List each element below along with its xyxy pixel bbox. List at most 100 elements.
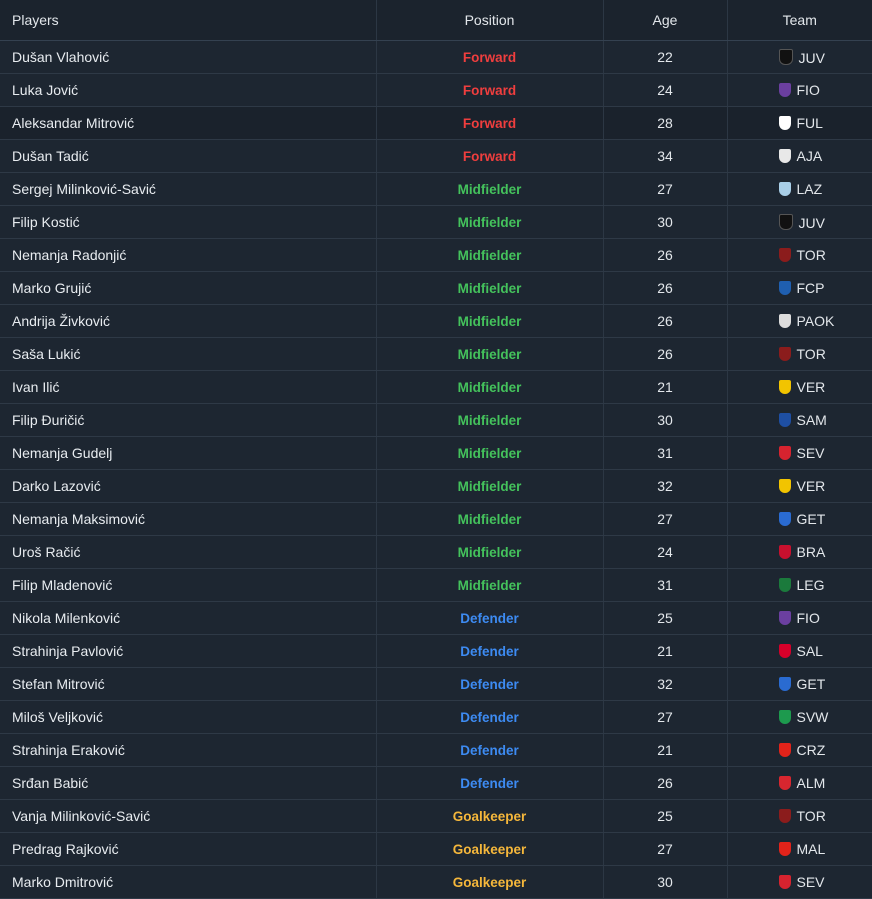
team-code: JUV	[798, 49, 825, 66]
table-row[interactable]: Filip Mladenović Midfielder 31 LEG	[0, 568, 872, 602]
table-row[interactable]: Strahinja Pavlović Defender 21 SAL	[0, 634, 872, 668]
table-row[interactable]: Filip Đuričić Midfielder 30 SAM	[0, 403, 872, 437]
player-name[interactable]: Nemanja Maksimović	[0, 502, 377, 536]
column-header-team[interactable]: Team	[727, 0, 872, 41]
player-team[interactable]: VER	[727, 469, 872, 503]
player-team[interactable]: CRZ	[727, 733, 872, 767]
player-team[interactable]: TOR	[727, 337, 872, 371]
player-name[interactable]: Luka Jović	[0, 73, 377, 107]
table-row[interactable]: Marko Grujić Midfielder 26 FCP	[0, 271, 872, 305]
player-name[interactable]: Andrija Živković	[0, 304, 377, 338]
player-name[interactable]: Nemanja Gudelj	[0, 436, 377, 470]
player-team[interactable]: SAM	[727, 403, 872, 437]
table-row[interactable]: Ivan Ilić Midfielder 21 VER	[0, 370, 872, 404]
column-header-age[interactable]: Age	[603, 0, 728, 41]
player-name[interactable]: Uroš Račić	[0, 535, 377, 569]
player-team[interactable]: FIO	[727, 73, 872, 107]
player-team[interactable]: LEG	[727, 568, 872, 602]
player-team[interactable]: GET	[727, 502, 872, 536]
player-name[interactable]: Saša Lukić	[0, 337, 377, 371]
player-team[interactable]: SEV	[727, 436, 872, 470]
player-name[interactable]: Marko Grujić	[0, 271, 377, 305]
player-team[interactable]: TOR	[727, 238, 872, 272]
player-name[interactable]: Nikola Milenković	[0, 601, 377, 635]
player-name[interactable]: Strahinja Eraković	[0, 733, 377, 767]
team-code: FCP	[796, 280, 825, 296]
player-name[interactable]: Filip Kostić	[0, 205, 377, 239]
player-team[interactable]: FIO	[727, 601, 872, 635]
table-row[interactable]: Vanja Milinković-Savić Goalkeeper 25 TOR	[0, 799, 872, 833]
table-row[interactable]: Strahinja Eraković Defender 21 CRZ	[0, 733, 872, 767]
player-name[interactable]: Srđan Babić	[0, 766, 377, 800]
player-name[interactable]: Vanja Milinković-Savić	[0, 799, 377, 833]
table-row[interactable]: Nikola Milenković Defender 25 FIO	[0, 601, 872, 635]
table-row[interactable]: Sergej Milinković-Savić Midfielder 27 LAZ	[0, 172, 872, 206]
player-team[interactable]: MAL	[727, 832, 872, 866]
table-row[interactable]: Darko Lazović Midfielder 32 VER	[0, 469, 872, 503]
table-row[interactable]: Saša Lukić Midfielder 26 TOR	[0, 337, 872, 371]
player-team[interactable]: SVW	[727, 700, 872, 734]
table-row[interactable]: Dušan Vlahović Forward 22 JUV	[0, 40, 872, 74]
player-team[interactable]: PAOK	[727, 304, 872, 338]
player-age: 32	[603, 667, 728, 701]
column-header-position[interactable]: Position	[376, 0, 604, 41]
player-team[interactable]: FUL	[727, 106, 872, 140]
lazio-crest-icon	[778, 182, 791, 196]
player-team[interactable]: TOR	[727, 799, 872, 833]
crvena-zvezda-crest-icon	[778, 743, 791, 757]
table-row[interactable]: Aleksandar Mitrović Forward 28 FUL	[0, 106, 872, 140]
player-name[interactable]: Dušan Vlahović	[0, 40, 377, 74]
sevilla-crest-icon	[778, 875, 791, 889]
table-row[interactable]: Srđan Babić Defender 26 ALM	[0, 766, 872, 800]
player-age: 21	[603, 733, 728, 767]
table-row[interactable]: Andrija Živković Midfielder 26 PAOK	[0, 304, 872, 338]
player-team[interactable]: BRA	[727, 535, 872, 569]
player-name[interactable]: Stefan Mitrović	[0, 667, 377, 701]
player-team[interactable]: LAZ	[727, 172, 872, 206]
player-name[interactable]: Filip Mladenović	[0, 568, 377, 602]
table-row[interactable]: Miloš Veljković Defender 27 SVW	[0, 700, 872, 734]
table-row[interactable]: Predrag Rajković Goalkeeper 27 MAL	[0, 832, 872, 866]
player-name[interactable]: Dušan Tadić	[0, 139, 377, 173]
player-name[interactable]: Sergej Milinković-Savić	[0, 172, 377, 206]
player-name[interactable]: Ivan Ilić	[0, 370, 377, 404]
player-team[interactable]: SEV	[727, 865, 872, 899]
sampdoria-crest-icon	[778, 413, 791, 427]
player-team[interactable]: AJA	[727, 139, 872, 173]
table-row[interactable]: Nemanja Gudelj Midfielder 31 SEV	[0, 436, 872, 470]
player-team[interactable]: SAL	[727, 634, 872, 668]
team-code: BRA	[796, 544, 826, 560]
table-row[interactable]: Marko Dmitrović Goalkeeper 30 SEV	[0, 865, 872, 899]
team-code: TOR	[796, 247, 826, 263]
player-team[interactable]: VER	[727, 370, 872, 404]
table-row[interactable]: Luka Jović Forward 24 FIO	[0, 73, 872, 107]
legia-crest-icon	[778, 578, 791, 592]
getafe-crest-icon	[778, 677, 791, 691]
player-name[interactable]: Strahinja Pavlović	[0, 634, 377, 668]
player-position: Goalkeeper	[376, 865, 604, 899]
player-age: 26	[603, 238, 728, 272]
player-age: 27	[603, 700, 728, 734]
player-name[interactable]: Aleksandar Mitrović	[0, 106, 377, 140]
player-team[interactable]: GET	[727, 667, 872, 701]
column-header-players[interactable]: Players	[0, 0, 377, 41]
player-name[interactable]: Darko Lazović	[0, 469, 377, 503]
player-team[interactable]: ALM	[727, 766, 872, 800]
player-name[interactable]: Miloš Veljković	[0, 700, 377, 734]
player-team[interactable]: JUV	[727, 40, 872, 74]
table-row[interactable]: Dušan Tadić Forward 34 AJA	[0, 139, 872, 173]
table-row[interactable]: Nemanja Maksimović Midfielder 27 GET	[0, 502, 872, 536]
player-position: Midfielder	[376, 304, 604, 338]
player-team[interactable]: FCP	[727, 271, 872, 305]
player-name[interactable]: Filip Đuričić	[0, 403, 377, 437]
table-row[interactable]: Uroš Račić Midfielder 24 BRA	[0, 535, 872, 569]
table-row[interactable]: Stefan Mitrović Defender 32 GET	[0, 667, 872, 701]
verona-crest-icon	[778, 380, 791, 394]
table-row[interactable]: Filip Kostić Midfielder 30 JUV	[0, 205, 872, 239]
player-name[interactable]: Marko Dmitrović	[0, 865, 377, 899]
table-row[interactable]: Nemanja Radonjić Midfielder 26 TOR	[0, 238, 872, 272]
player-name[interactable]: Predrag Rajković	[0, 832, 377, 866]
team-code: FUL	[796, 115, 823, 131]
player-team[interactable]: JUV	[727, 205, 872, 239]
player-name[interactable]: Nemanja Radonjić	[0, 238, 377, 272]
